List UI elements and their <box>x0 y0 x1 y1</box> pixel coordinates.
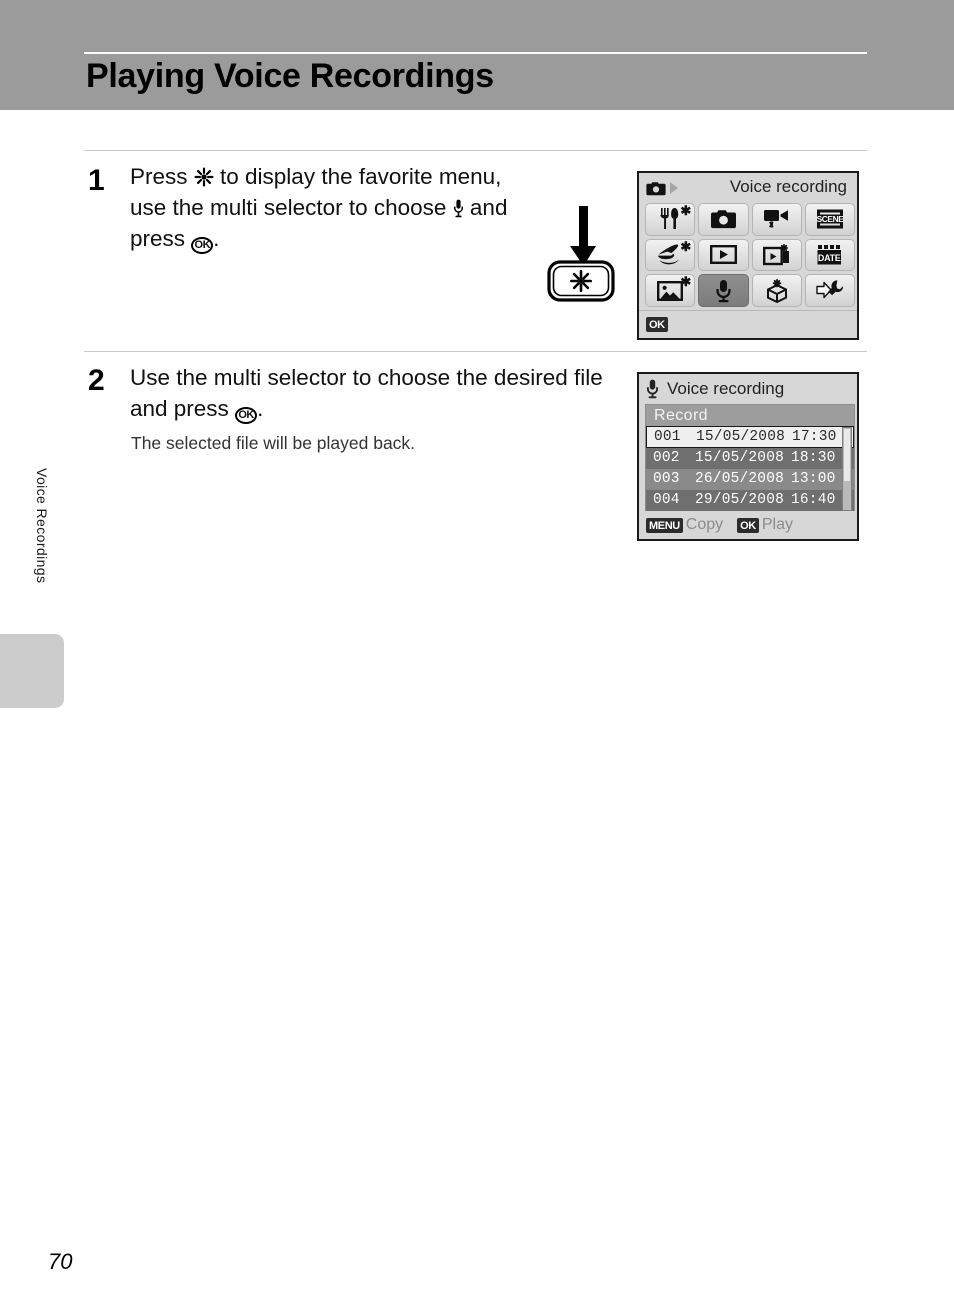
list-screen-header: Voice recording <box>639 374 857 403</box>
svg-text:SCENE: SCENE <box>816 214 843 224</box>
header-divider-rule <box>84 52 867 54</box>
ok-button-icon: OK <box>191 237 214 254</box>
date-icon: DATE <box>817 244 841 265</box>
svg-text:DATE: DATE <box>818 253 841 263</box>
slideshow-icon <box>763 243 790 266</box>
menu-cell-date[interactable]: DATE <box>804 238 855 272</box>
ok-badge: OK <box>646 317 668 332</box>
page-header-band: Playing Voice Recordings <box>0 0 954 110</box>
ok-badge: OK <box>737 517 759 533</box>
favorite-star-marker: ✱ <box>680 203 692 218</box>
chapter-side-label: Voice Recordings <box>34 468 50 584</box>
chevron-right-icon <box>670 182 678 194</box>
landscape-icon <box>657 280 684 301</box>
copy-action-label: Copy <box>685 516 724 533</box>
table-row[interactable]: 001 15/05/2008 17:30 <box>646 426 854 448</box>
menu-cell-playback[interactable] <box>698 238 749 272</box>
step-2-text-end: . <box>257 396 264 421</box>
row-date: 29/05/2008 <box>695 492 785 508</box>
list-screen-footer: MENU Copy OK Play <box>639 511 857 539</box>
step-1-text-part-1: Press <box>130 164 194 189</box>
step-2-text-part-1: Use the multi selector to choose the des… <box>130 365 603 421</box>
scrollbar[interactable] <box>842 427 852 511</box>
package-icon <box>766 278 787 303</box>
row-time: 18:30 <box>791 450 836 466</box>
chapter-side-tab <box>0 634 64 708</box>
favorite-star-marker: ✱ <box>680 274 692 290</box>
star-button-icon[interactable] <box>547 260 615 302</box>
camera-icon <box>710 210 736 229</box>
camera-menu-screen: Voice recording ✱ SCENE ✱ DATE ✱ OK <box>637 171 859 340</box>
page-number: 70 <box>48 1249 73 1274</box>
step-1-divider <box>84 150 867 151</box>
menu-cell-travel[interactable]: ✱ <box>645 238 696 272</box>
menu-cell-slideshow[interactable] <box>751 238 802 272</box>
step-2-divider <box>84 351 867 352</box>
step-2-note: The selected file will be played back. <box>131 433 416 453</box>
table-row[interactable]: 004 29/05/2008 16:40 <box>646 490 854 511</box>
menu-screen-topbar: Voice recording <box>639 173 857 203</box>
menu-cell-voice-recording[interactable] <box>698 274 749 307</box>
menu-cell-setup[interactable] <box>804 274 855 307</box>
play-action-label: Play <box>761 516 793 533</box>
scene-icon: SCENE <box>816 209 844 229</box>
row-number: 002 <box>653 450 680 466</box>
menu-cell-restaurant[interactable]: ✱ <box>645 203 696 236</box>
button-illustration <box>529 206 637 338</box>
setup-wrench-icon <box>816 280 844 299</box>
list-screen-title: Voice recording <box>667 378 785 398</box>
step-1-text: Press to display the favorite menu, use … <box>130 161 530 254</box>
table-row[interactable]: 002 15/05/2008 18:30 <box>646 448 854 469</box>
asterisk-glyph-icon <box>194 167 214 187</box>
row-time: 17:30 <box>792 428 837 445</box>
table-row[interactable]: 003 26/05/2008 13:00 <box>646 469 854 490</box>
row-number: 001 <box>654 428 681 445</box>
menu-cell-my-pictures[interactable]: ✱ <box>645 274 696 307</box>
list-subheader: Record <box>646 405 854 426</box>
travel-hat-icon <box>658 244 679 265</box>
step-2-number: 2 <box>88 364 105 397</box>
page-title: Playing Voice Recordings <box>86 57 494 95</box>
recording-list[interactable]: Record 001 15/05/2008 17:30 002 15/05/20… <box>645 404 855 512</box>
menu-screen-title: Voice recording <box>729 177 847 196</box>
step-1-number: 1 <box>88 164 105 197</box>
menu-cell-scene-mode[interactable]: SCENE <box>804 203 855 236</box>
down-arrow-icon <box>570 206 596 266</box>
movie-icon <box>764 210 789 228</box>
microphone-icon <box>647 379 658 398</box>
row-time: 13:00 <box>791 471 836 487</box>
menu-cell-shooting-mode[interactable] <box>698 203 749 236</box>
mode-icon-grid: ✱ SCENE ✱ DATE ✱ <box>645 203 855 307</box>
row-time: 16:40 <box>791 492 836 508</box>
row-number: 004 <box>653 492 680 508</box>
microphone-icon <box>453 199 463 218</box>
playback-icon <box>709 245 737 265</box>
step-1-text-end: . <box>213 226 220 251</box>
ok-button-icon: OK <box>235 407 258 424</box>
restaurant-icon <box>660 208 679 230</box>
row-date: 26/05/2008 <box>695 471 785 487</box>
menu-screen-bottombar: OK <box>639 310 857 338</box>
microphone-icon <box>716 279 731 302</box>
menu-badge: MENU <box>646 517 683 533</box>
menu-cell-favorite-pictures[interactable] <box>751 274 802 307</box>
row-number: 003 <box>653 471 680 487</box>
row-date: 15/05/2008 <box>695 450 785 466</box>
voice-recording-list-screen: Voice recording Record 001 15/05/2008 17… <box>637 372 859 541</box>
step-2-text: Use the multi selector to choose the des… <box>130 362 610 424</box>
favorite-star-marker: ✱ <box>680 238 692 254</box>
camera-icon <box>646 181 666 195</box>
row-date: 15/05/2008 <box>696 428 786 445</box>
menu-cell-movie-mode[interactable] <box>751 203 802 236</box>
scrollbar-thumb[interactable] <box>844 429 850 481</box>
